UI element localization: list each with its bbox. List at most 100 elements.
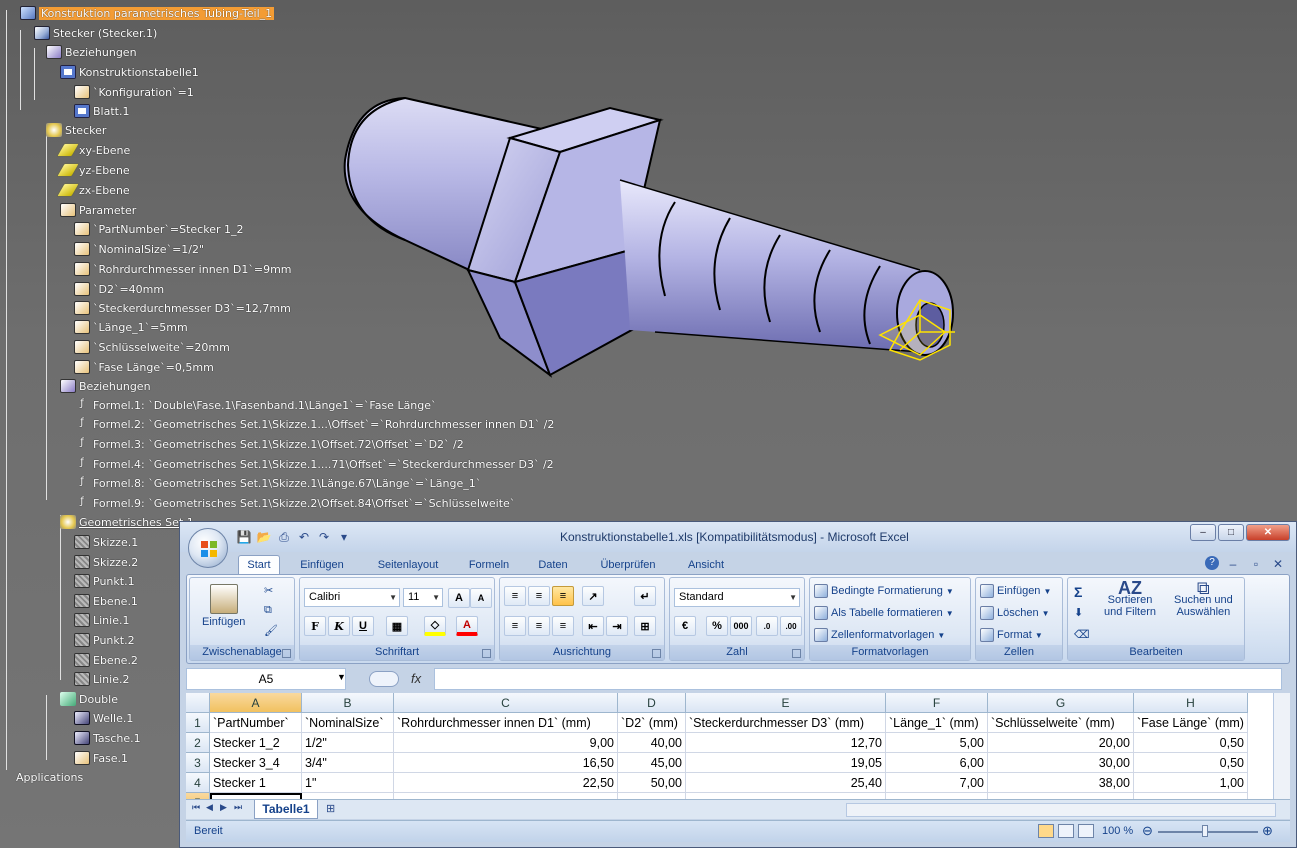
shrink-font-button[interactable]: A: [470, 588, 492, 608]
tree-node[interactable]: Beziehungen: [60, 377, 151, 395]
horizontal-scrollbar[interactable]: [846, 803, 1276, 817]
row-header[interactable]: 3: [186, 753, 210, 773]
format-as-table-button[interactable]: Als Tabelle formatieren ▼: [814, 606, 954, 620]
name-box[interactable]: A5: [186, 668, 346, 690]
tree-node[interactable]: xy-Ebene: [55, 141, 130, 159]
zoom-slider[interactable]: [1158, 831, 1258, 833]
tree-node[interactable]: `Schlüsselweite`=20mm: [74, 338, 230, 356]
sheet-nav-prev-icon[interactable]: ◀: [206, 802, 213, 813]
cell-styles-button[interactable]: Zellenformatvorlagen ▼: [814, 628, 945, 642]
table-cell[interactable]: `PartNumber`: [210, 713, 302, 733]
autosum-button[interactable]: Σ: [1074, 584, 1082, 600]
column-header[interactable]: E: [686, 693, 886, 713]
paste-button[interactable]: Einfügen: [202, 584, 245, 628]
tree-node[interactable]: `D2`=40mm: [74, 280, 164, 298]
italic-button[interactable]: K: [328, 616, 350, 636]
row-header[interactable]: 4: [186, 773, 210, 793]
conditional-formatting-button[interactable]: Bedingte Formatierung ▼: [814, 584, 954, 598]
font-size-select[interactable]: 11 ▼: [403, 588, 443, 607]
sheet-nav-first-icon[interactable]: ⏮: [192, 802, 200, 813]
column-header[interactable]: H: [1134, 693, 1248, 713]
tree-node[interactable]: Punkt.1: [74, 572, 135, 590]
ribbon-restore-icon[interactable]: ▫: [1248, 556, 1264, 572]
tab-page-layout[interactable]: Seitenlayout: [368, 555, 448, 574]
table-cell[interactable]: `Steckerdurchmesser D3` (mm): [686, 713, 886, 733]
tree-node[interactable]: Konstruktionstabelle1: [60, 63, 199, 81]
title-bar[interactable]: 💾 📂 ⎙ ↶ ↷ ▾ Konstruktionstabelle1.xls [K…: [180, 522, 1296, 552]
row-header[interactable]: 2: [186, 733, 210, 753]
tree-node[interactable]: ƒ Formel.4: `Geometrisches Set.1\Skizze.1…: [74, 455, 553, 473]
tree-node[interactable]: `PartNumber`=Stecker 1_2: [74, 220, 244, 238]
tree-node[interactable]: Stecker: [46, 121, 106, 139]
table-cell[interactable]: 22,50: [394, 773, 618, 793]
table-cell[interactable]: 25,40: [686, 773, 886, 793]
spreadsheet-grid[interactable]: A B C D E F G H 1 `PartNumber` `NominalSize` `Rohrd…: [186, 693, 1273, 799]
tree-node[interactable]: Beziehungen: [46, 43, 137, 61]
table-cell[interactable]: 1": [302, 773, 394, 793]
table-cell[interactable]: `Länge_1` (mm): [886, 713, 988, 733]
table-cell[interactable]: 12,70: [686, 733, 886, 753]
alignment-launcher-icon[interactable]: [652, 649, 661, 658]
align-right-button[interactable]: ≡: [552, 616, 574, 636]
formula-bar-handle[interactable]: [369, 671, 399, 687]
tree-node[interactable]: Punkt.2: [74, 631, 135, 649]
align-center-button[interactable]: ≡: [528, 616, 550, 636]
table-cell[interactable]: 16,50: [394, 753, 618, 773]
select-all-corner[interactable]: [186, 693, 210, 713]
tree-node[interactable]: Blatt.1: [74, 102, 129, 120]
customize-qat-icon[interactable]: ▾: [336, 529, 352, 545]
column-header[interactable]: B: [302, 693, 394, 713]
tree-node[interactable]: `Länge_1`=5mm: [74, 318, 188, 336]
tree-node[interactable]: Geometrisches Set.1: [60, 513, 194, 531]
align-middle-button[interactable]: ≡: [528, 586, 550, 606]
tree-node[interactable]: Linie.1: [74, 611, 129, 629]
zoom-slider-thumb[interactable]: [1202, 825, 1208, 837]
format-cells-button[interactable]: Format ▼: [980, 628, 1043, 642]
tree-node[interactable]: Double: [60, 690, 118, 708]
sort-filter-button[interactable]: AZ Sortieren und Filtern: [1104, 579, 1156, 618]
column-header[interactable]: A: [210, 693, 302, 713]
sheet-nav-last-icon[interactable]: ⏭: [234, 802, 242, 813]
ribbon-close-icon[interactable]: ✕: [1270, 556, 1286, 572]
accounting-format-button[interactable]: €: [674, 616, 696, 636]
table-cell[interactable]: 20,00: [988, 733, 1134, 753]
zoom-in-icon[interactable]: ⊕: [1262, 823, 1273, 839]
align-left-button[interactable]: ≡: [504, 616, 526, 636]
font-launcher-icon[interactable]: [482, 649, 491, 658]
borders-button[interactable]: ▦: [386, 616, 408, 636]
tree-node[interactable]: zx-Ebene: [55, 181, 130, 199]
tab-view[interactable]: Ansicht: [678, 555, 734, 574]
table-cell[interactable]: 3/4": [302, 753, 394, 773]
table-cell[interactable]: 50,00: [618, 773, 686, 793]
tab-start[interactable]: Start: [238, 555, 280, 574]
table-cell[interactable]: 7,00: [886, 773, 988, 793]
column-header[interactable]: C: [394, 693, 618, 713]
tree-node[interactable]: Skizze.2: [74, 553, 138, 571]
insert-function-icon[interactable]: fx: [411, 671, 421, 686]
table-cell[interactable]: 45,00: [618, 753, 686, 773]
ribbon-minimize-icon[interactable]: –: [1225, 556, 1241, 572]
tree-node[interactable]: ƒ Formel.2: `Geometrisches Set.1\Skizze.1…: [74, 415, 554, 433]
minimize-button[interactable]: –: [1190, 524, 1216, 541]
tree-node[interactable]: `Rohrdurchmesser innen D1`=9mm: [74, 260, 292, 278]
align-bottom-button[interactable]: ≡: [552, 586, 574, 606]
tree-node[interactable]: Skizze.1: [74, 533, 138, 551]
open-icon[interactable]: 📂: [256, 529, 272, 545]
table-cell[interactable]: 40,00: [618, 733, 686, 753]
namebox-dropdown-icon[interactable]: ▼: [337, 672, 346, 682]
maximize-button[interactable]: □: [1218, 524, 1244, 541]
table-cell[interactable]: `Schlüsselweite` (mm): [988, 713, 1134, 733]
tree-node[interactable]: Ebene.1: [74, 592, 138, 610]
copy-icon[interactable]: ⧉: [264, 604, 272, 617]
format-painter-icon[interactable]: 🖌: [264, 624, 278, 637]
table-cell[interactable]: `NominalSize`: [302, 713, 394, 733]
orientation-button[interactable]: ↗: [582, 586, 604, 606]
save-icon[interactable]: 💾: [236, 529, 252, 545]
page-layout-view-icon[interactable]: [1058, 824, 1074, 838]
font-name-select[interactable]: Calibri ▼: [304, 588, 400, 607]
tab-data[interactable]: Daten: [530, 555, 576, 574]
tree-node[interactable]: Applications: [16, 768, 83, 786]
undo-icon[interactable]: ↶: [296, 529, 312, 545]
fill-color-button[interactable]: ◇: [424, 616, 446, 636]
formula-input[interactable]: [434, 668, 1282, 690]
